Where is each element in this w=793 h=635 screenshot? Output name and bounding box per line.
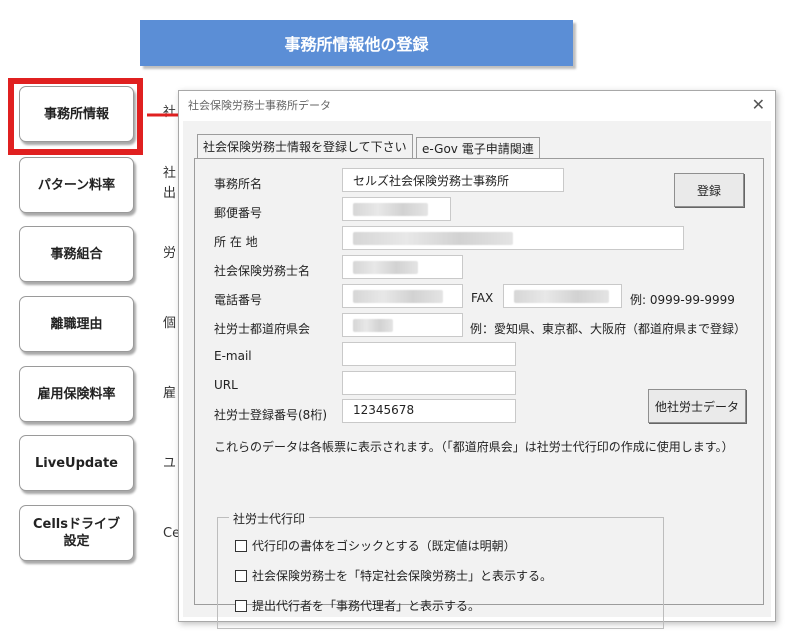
email-label: E-mail <box>214 349 252 363</box>
option-label: 提出代行者を「事務代理者」と表示する。 <box>252 599 481 613</box>
selection-highlight <box>8 78 143 155</box>
phone-label: 電話番号 <box>214 293 263 307</box>
dialog-body: 社会保険労務士情報を登録して下さい e-Gov 電子申請関連 事務所名 セルズ社… <box>183 121 771 629</box>
redacted-value <box>353 261 418 274</box>
tab-egov[interactable]: e-Gov 電子申請関連 <box>416 137 540 159</box>
address-label: 所 在 地 <box>214 235 258 249</box>
option-label: 代行印の書体をゴシックとする（既定値は明朝） <box>252 539 516 553</box>
menu-button-labor-union[interactable]: 事務組合 <box>19 226 134 282</box>
redacted-value <box>514 290 609 303</box>
prefecture-input[interactable] <box>342 313 463 337</box>
menu-description: 雇 <box>163 386 177 401</box>
checkbox[interactable] <box>235 539 247 552</box>
redacted-value <box>353 232 513 245</box>
prefecture-example: 例：愛知県、東京都、大阪府（都道府県まで登録） <box>470 322 747 336</box>
other-sharoushi-data-button[interactable]: 他社労士データ <box>648 389 746 423</box>
address-input[interactable] <box>342 226 684 250</box>
phone-example: 例: 0999-99-9999 <box>630 293 735 307</box>
menu-description: 労 <box>163 246 177 261</box>
page-title-banner: 事務所情報他の登録 <box>140 20 573 66</box>
prefecture-label: 社労士都道府県会 <box>214 322 311 336</box>
menu-button-pattern-rate[interactable]: パターン料率 <box>19 157 134 213</box>
menu-description: 社 出 <box>163 166 177 201</box>
phone-input[interactable] <box>342 284 463 308</box>
office-name-input[interactable]: セルズ社会保険労務士事務所 <box>342 168 564 192</box>
email-input[interactable] <box>342 342 516 366</box>
url-label: URL <box>214 378 238 392</box>
office-name-label: 事務所名 <box>214 177 263 191</box>
postal-code-input[interactable] <box>342 197 451 221</box>
register-button[interactable]: 登録 <box>674 173 744 207</box>
option-label: 社会保険労務士を「特定社会保険労務士」と表示する。 <box>252 569 553 583</box>
sharoushi-name-input[interactable] <box>342 255 463 279</box>
menu-button-employment-insurance-rate[interactable]: 雇用保険料率 <box>19 366 134 422</box>
option-office-agent[interactable]: 提出代行者を「事務代理者」と表示する。 <box>235 597 480 614</box>
option-specific-sharoushi[interactable]: 社会保険労務士を「特定社会保険労務士」と表示する。 <box>235 567 552 584</box>
redacted-value <box>353 290 443 303</box>
menu-description: 個 <box>163 316 177 331</box>
postal-code-label: 郵便番号 <box>214 206 263 220</box>
menu-button-liveupdate[interactable]: LiveUpdate <box>19 435 134 491</box>
fax-input[interactable] <box>503 284 622 308</box>
url-input[interactable] <box>342 371 516 395</box>
menu-button-separation-reason[interactable]: 離職理由 <box>19 296 134 352</box>
option-gothic-font[interactable]: 代行印の書体をゴシックとする（既定値は明朝） <box>235 537 516 554</box>
sharoushi-name-label: 社会保険労務士名 <box>214 264 311 278</box>
menu-description: ユ <box>163 456 177 471</box>
tab-sharoushi-info[interactable]: 社会保険労務士情報を登録して下さい <box>197 134 413 158</box>
redacted-value <box>353 203 428 216</box>
close-icon[interactable]: ✕ <box>752 95 765 114</box>
registration-number-input[interactable]: 12345678 <box>342 399 516 423</box>
checkbox[interactable] <box>235 599 247 612</box>
office-data-dialog: 社会保険労務士事務所データ ✕ 社会保険労務士情報を登録して下さい e-Gov … <box>178 90 776 629</box>
menu-button-cells-drive[interactable]: Cellsドライブ 設定 <box>19 505 134 561</box>
registration-number-label: 社労士登録番号(8桁) <box>214 408 327 422</box>
fax-label: FAX <box>471 291 494 305</box>
dialog-title: 社会保険労務士事務所データ <box>188 99 331 112</box>
app-window: 事務所情報他の登録 事務所情報 パターン料率 事務組合 離職理由 雇用保険料率 … <box>0 0 793 635</box>
checkbox[interactable] <box>235 569 247 582</box>
redacted-value <box>353 319 393 332</box>
proxy-seal-group-title: 社労士代行印 <box>229 510 310 527</box>
data-usage-note: これらのデータは各帳票に表示されます。（「都道府県会」は社労士代行印の作成に使用… <box>214 440 734 454</box>
